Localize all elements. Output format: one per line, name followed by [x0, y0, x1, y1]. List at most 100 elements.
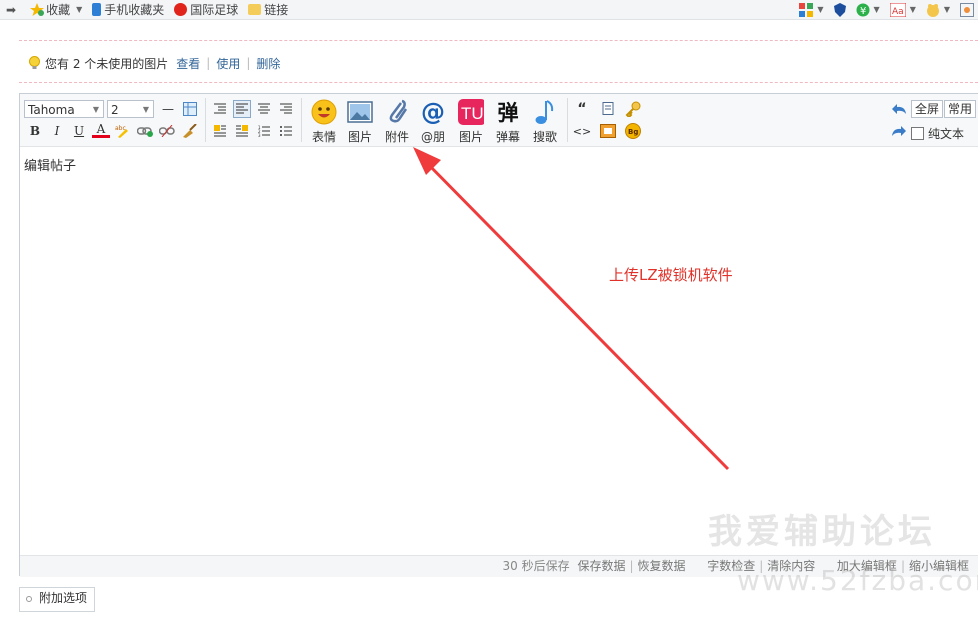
svg-text:3: 3: [258, 133, 261, 137]
table-icon[interactable]: [181, 100, 199, 118]
translate-icon[interactable]: Aa ▼: [889, 2, 916, 17]
autosave-status: 30 秒后保存: [502, 559, 570, 573]
plaintext-label: 纯文本: [928, 127, 965, 141]
undo-icon[interactable]: [890, 100, 908, 118]
button-label: 图片: [347, 130, 372, 144]
additional-options-label: 附加选项: [39, 591, 88, 605]
plaintext-checkbox[interactable]: [911, 127, 924, 140]
align-float-left-icon[interactable]: [211, 100, 229, 118]
chevron-down-icon: ▼: [92, 105, 99, 114]
align-right-icon[interactable]: [277, 100, 295, 118]
bookmark-bar: ➡ 收藏 ▼ 手机收藏夹 国际足球 链接 ▼ ¥ ▼ Aa ▼ ▼: [0, 0, 978, 20]
save-data-link[interactable]: 保存数据: [577, 559, 625, 573]
arrow-right-icon[interactable]: ➡: [6, 3, 16, 17]
grid-icon[interactable]: ▼: [799, 2, 824, 17]
quote-icon[interactable]: “: [573, 100, 591, 118]
clear-format-icon[interactable]: [180, 122, 198, 140]
unlink-icon[interactable]: [158, 122, 176, 140]
horizontal-rule-icon[interactable]: —: [159, 100, 177, 118]
additional-options-button[interactable]: 附加选项: [19, 587, 96, 612]
font-size-value: 2: [111, 103, 119, 117]
redo-icon[interactable]: [890, 122, 908, 140]
divider: [567, 98, 568, 142]
circle-icon: [26, 595, 32, 602]
chevron-down-icon[interactable]: ▼: [76, 5, 82, 14]
code-icon[interactable]: <>: [573, 122, 591, 140]
media-icon[interactable]: [599, 122, 617, 140]
watermark-url: www.52fzba.com: [737, 564, 978, 597]
font-family-select[interactable]: Tahoma ▼: [24, 100, 104, 118]
common-button[interactable]: 常用: [944, 100, 977, 118]
restore-data-link[interactable]: 恢复数据: [638, 559, 686, 573]
bookmark-links[interactable]: 链接: [248, 1, 288, 18]
at-icon: @: [421, 98, 445, 126]
danmaku-icon: 弹: [497, 101, 519, 125]
underline-button[interactable]: U: [70, 122, 88, 140]
mention-friend-button[interactable]: @ @朋: [416, 98, 450, 144]
bookmark-label: 收藏: [46, 3, 71, 17]
view-link[interactable]: 查看: [176, 55, 200, 72]
unused-images-notice: 您有 2 个未使用的图片 查看 | 使用 | 删除: [28, 55, 280, 71]
button-label: 搜歌: [532, 130, 557, 144]
unordered-list-icon[interactable]: [277, 122, 295, 140]
font-color-button[interactable]: A: [92, 122, 110, 138]
image-button[interactable]: 图片: [343, 99, 377, 144]
editor-toolbar: Tahoma ▼ 2 ▼ — B I U A abc 1 2 3 表情 图片 附…: [20, 94, 978, 147]
notice-text: 您有 2 个未使用的图片: [45, 56, 169, 71]
link-icon[interactable]: [136, 122, 154, 140]
divider: [301, 98, 302, 142]
mascot-icon[interactable]: ▼: [926, 3, 950, 17]
bookmark-label: 链接: [264, 3, 289, 17]
tu-image-button[interactable]: TU 图片: [454, 99, 488, 144]
bookmark-mobile[interactable]: 手机收藏夹: [92, 1, 164, 18]
background-music-icon[interactable]: Bg: [624, 122, 642, 140]
emoticon-button[interactable]: 表情: [307, 99, 341, 144]
danmaku-button[interactable]: 弹 弹幕: [491, 99, 525, 144]
float-right-icon[interactable]: [233, 122, 251, 140]
music-note-icon: [532, 99, 558, 125]
search-song-button[interactable]: 搜歌: [528, 99, 562, 144]
fullscreen-button[interactable]: 全屏: [911, 100, 944, 118]
divider: [19, 40, 978, 41]
divider: [19, 82, 978, 83]
align-left-icon[interactable]: [233, 100, 251, 118]
phone-icon: [92, 3, 102, 16]
divider: [205, 98, 206, 142]
italic-button[interactable]: I: [48, 122, 66, 140]
svg-text:TU: TU: [461, 104, 484, 123]
hide-content-icon[interactable]: [624, 100, 642, 118]
annotation-text: 上传LZ被锁机软件: [609, 266, 733, 284]
image-icon: [347, 99, 373, 125]
button-label: 弹幕: [495, 130, 520, 144]
bold-button[interactable]: B: [26, 122, 44, 140]
divider: |: [206, 56, 211, 70]
ordered-list-icon[interactable]: 123: [255, 122, 273, 140]
button-label: 表情: [311, 130, 336, 144]
bookmark-favorites[interactable]: 收藏 ▼: [30, 1, 82, 18]
tu-image-icon: TU: [458, 99, 484, 125]
align-center-icon[interactable]: [255, 100, 273, 118]
font-family-value: Tahoma: [28, 103, 75, 117]
shield-icon[interactable]: [833, 2, 846, 17]
float-left-icon[interactable]: [211, 122, 229, 140]
editor-content[interactable]: 编辑帖子: [20, 147, 978, 555]
screenshot-icon[interactable]: [960, 2, 974, 17]
plaintext-toggle[interactable]: 纯文本: [911, 125, 964, 142]
bookmark-label: 手机收藏夹: [104, 3, 165, 17]
watermark-title: 我爱辅助论坛: [708, 512, 936, 552]
currency-icon[interactable]: ¥ ▼: [856, 3, 880, 17]
divider: |: [246, 56, 251, 70]
smiley-icon: [311, 99, 337, 125]
highlight-icon[interactable]: abc: [114, 122, 132, 140]
delete-link[interactable]: 删除: [256, 55, 280, 72]
svg-text:Aa: Aa: [892, 7, 904, 17]
attachment-button[interactable]: 附件: [380, 99, 414, 144]
font-size-select[interactable]: 2 ▼: [107, 100, 154, 118]
button-label: 图片: [458, 130, 483, 144]
lightbulb-icon: [28, 56, 41, 70]
use-link[interactable]: 使用: [216, 55, 240, 72]
free-icon[interactable]: [599, 100, 617, 118]
bookmark-football[interactable]: 国际足球: [174, 1, 238, 18]
chevron-down-icon: ▼: [142, 105, 149, 114]
svg-text:Bg: Bg: [628, 128, 638, 136]
